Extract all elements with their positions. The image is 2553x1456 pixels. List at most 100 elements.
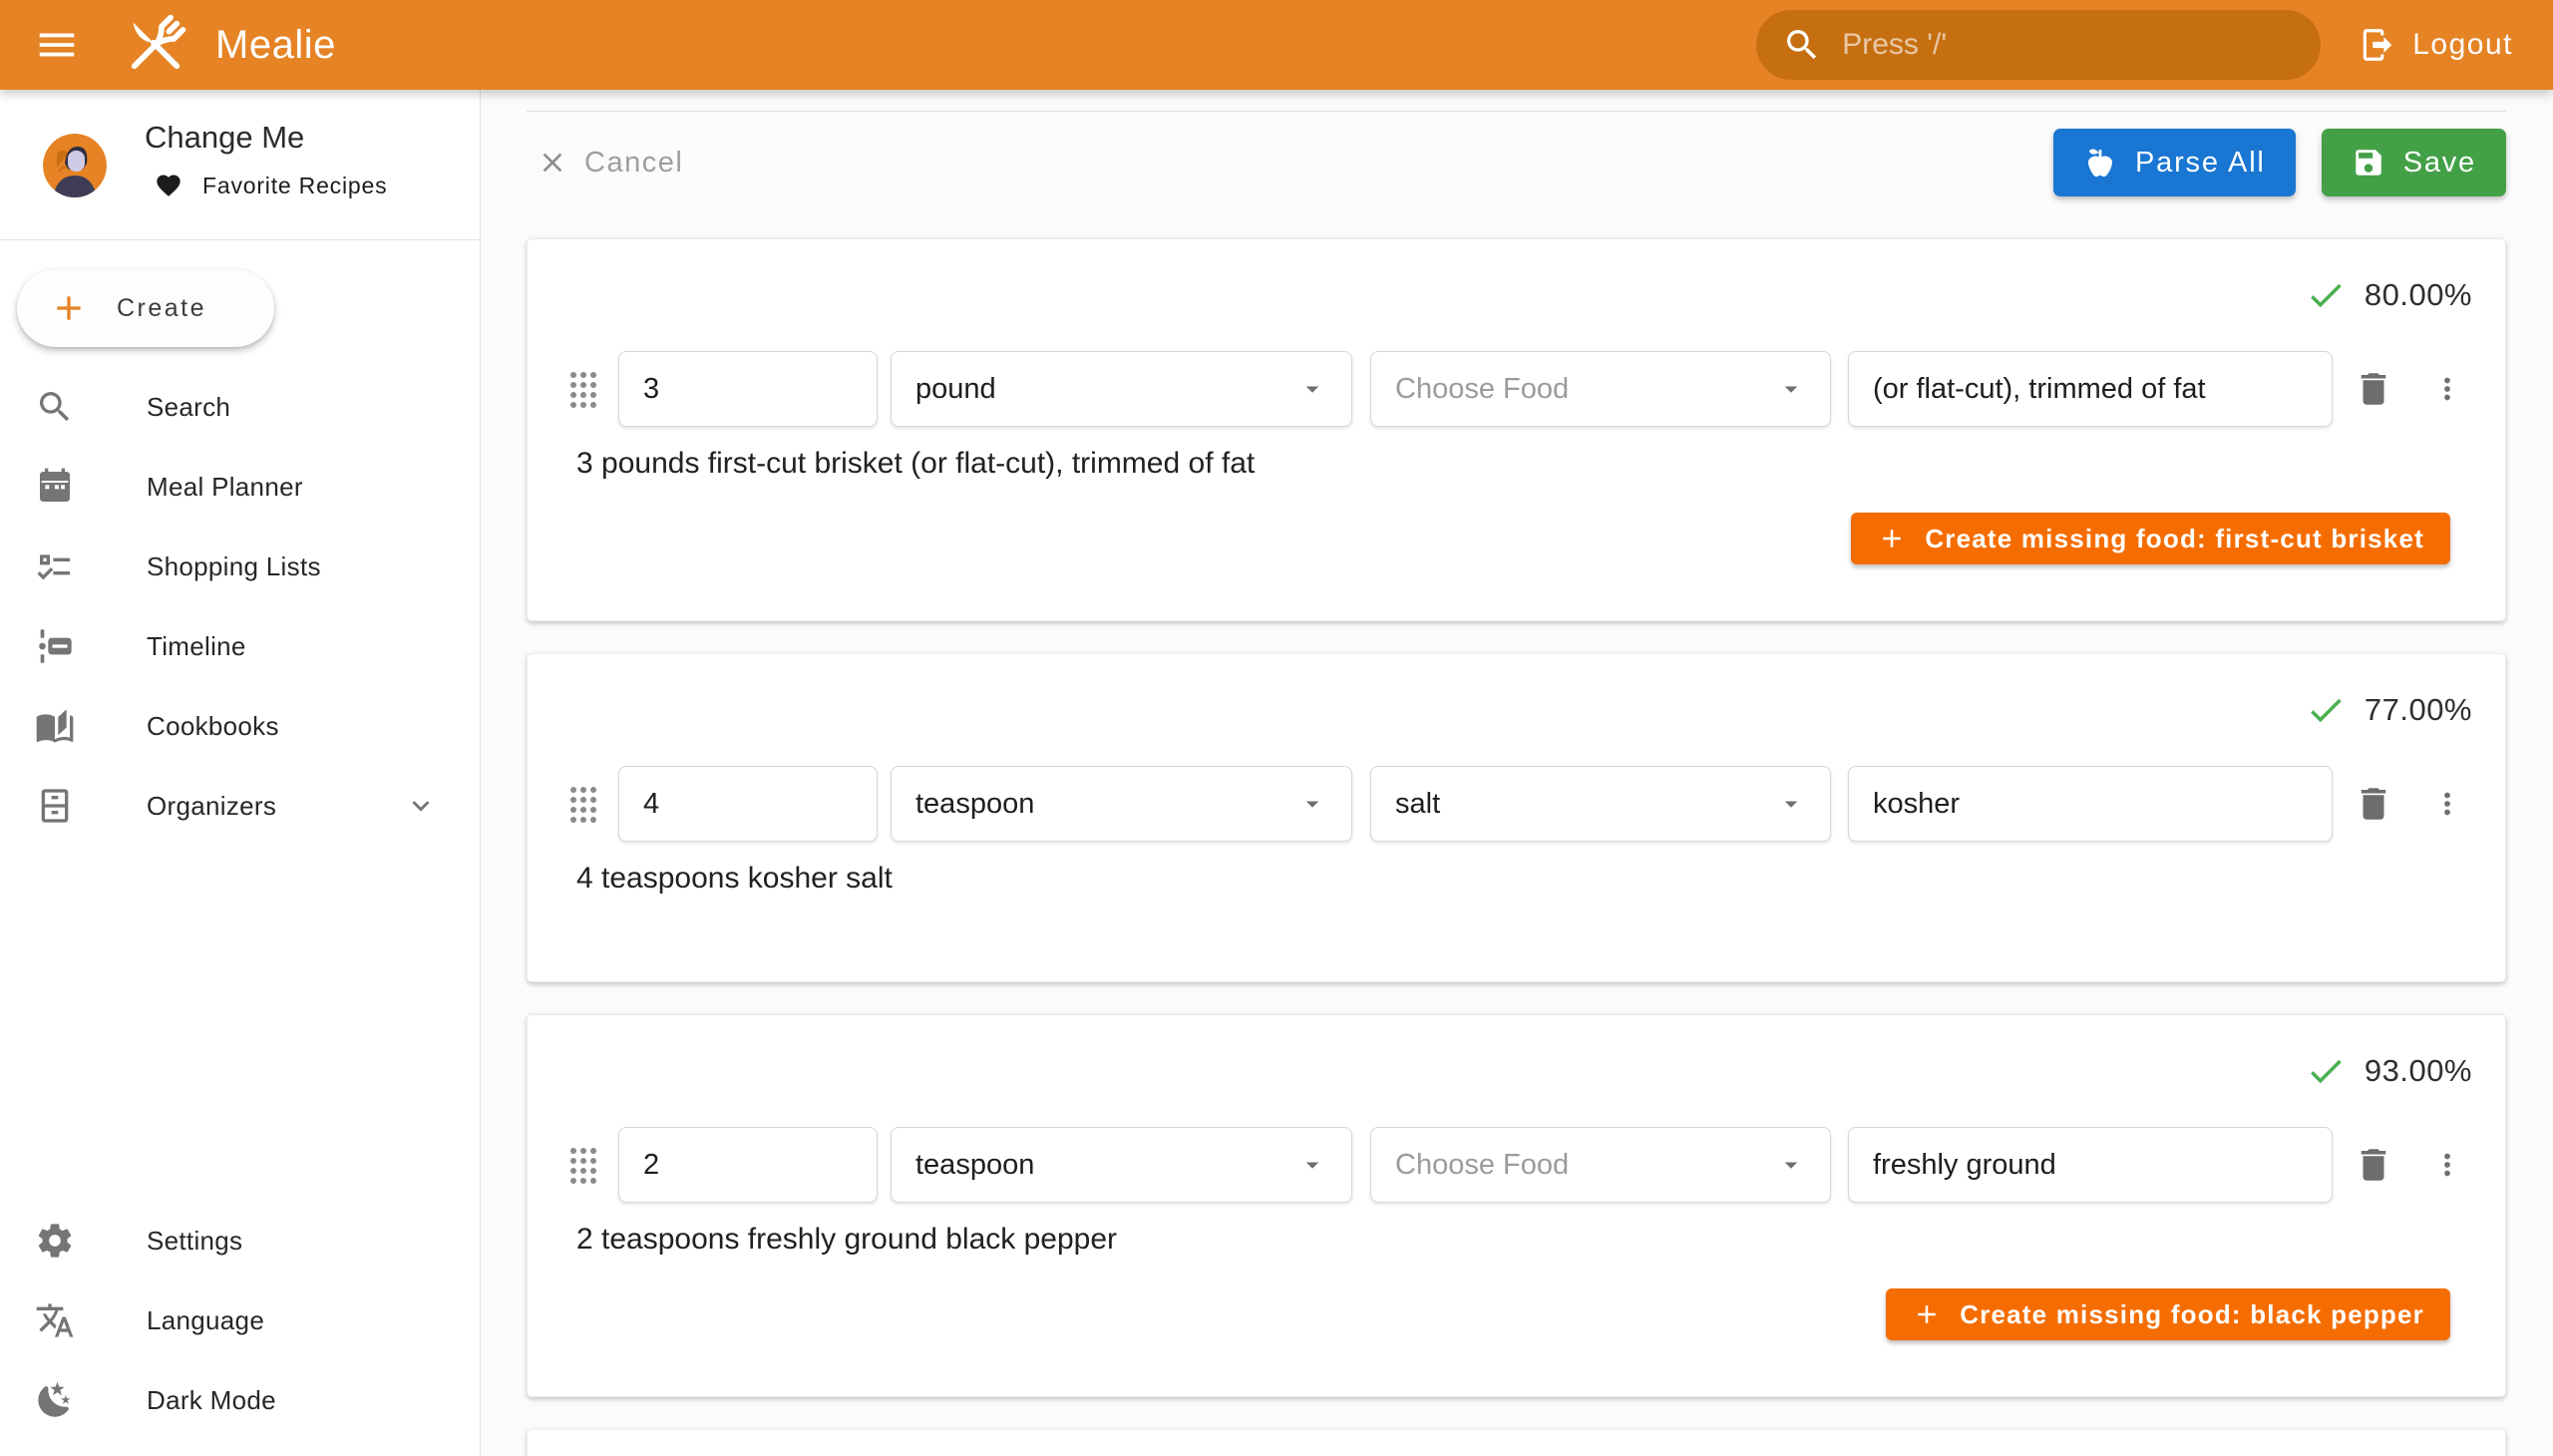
top-divider [527, 111, 2506, 112]
create-missing-food-label: Create missing food: first-cut brisket [1925, 524, 2424, 554]
sidebar-nav: Search Meal Planner Shopping Lists Timel… [0, 367, 480, 846]
close-icon [537, 147, 568, 179]
create-button[interactable]: Create [17, 269, 274, 347]
food-placeholder: Choose Food [1395, 1149, 1776, 1182]
note-input[interactable] [1873, 788, 2308, 821]
unit-select[interactable]: teaspoon [891, 1127, 1352, 1203]
favorite-recipes-link[interactable]: Favorite Recipes [155, 172, 387, 199]
parser-toolbar: Cancel Parse All Save [527, 129, 2506, 196]
delete-icon[interactable] [2353, 783, 2394, 825]
ingredient-input-row: teaspoon Choose Food [528, 1127, 2505, 1203]
quantity-input[interactable] [643, 373, 853, 406]
translate-icon [35, 1300, 75, 1340]
note-field [1848, 1127, 2333, 1203]
gear-icon [35, 1221, 75, 1261]
note-input[interactable] [1873, 1149, 2308, 1182]
calendar-icon [35, 467, 75, 507]
dropdown-arrow-icon [1776, 789, 1806, 819]
note-input[interactable] [1873, 373, 2308, 406]
kebab-menu-icon[interactable] [2430, 1144, 2464, 1186]
cancel-label: Cancel [584, 147, 683, 180]
apple-icon [2083, 146, 2117, 180]
cancel-button[interactable]: Cancel [527, 139, 693, 187]
unit-value: teaspoon [915, 788, 1297, 821]
save-button[interactable]: Save [2322, 129, 2506, 196]
sidebar-footer: Settings Language Dark Mode [0, 1201, 480, 1440]
plus-icon [1912, 1299, 1942, 1329]
dropdown-arrow-icon [1297, 374, 1327, 404]
unit-select[interactable]: teaspoon [891, 766, 1352, 842]
logout-button[interactable]: Logout [2359, 26, 2513, 64]
confidence-indicator: 93.00% [528, 1015, 2505, 1097]
search-icon [1782, 25, 1822, 65]
confidence-value: 93.00% [2365, 1053, 2472, 1089]
unit-select[interactable]: pound [891, 351, 1352, 427]
plus-icon [49, 288, 89, 328]
confidence-indicator: 80.00% [528, 239, 2505, 321]
food-select[interactable]: salt [1370, 766, 1831, 842]
check-icon [2305, 689, 2347, 731]
drag-handle-icon[interactable] [567, 367, 599, 411]
book-open-icon [35, 706, 75, 746]
quantity-input[interactable] [643, 788, 853, 821]
sidebar-item-language[interactable]: Language [0, 1280, 480, 1360]
app-title: Mealie [215, 23, 336, 68]
food-select[interactable]: Choose Food [1370, 1127, 1831, 1203]
food-placeholder: Choose Food [1395, 373, 1776, 406]
food-select[interactable]: Choose Food [1370, 351, 1831, 427]
dropdown-arrow-icon [1776, 1150, 1806, 1180]
dropdown-arrow-icon [1297, 1150, 1327, 1180]
search-icon [35, 387, 75, 427]
ingredient-card: 80.00% pound Choose Food [527, 238, 2506, 621]
create-missing-food-button[interactable]: Create missing food: black pepper [1886, 1288, 2450, 1340]
sidebar-item-timeline[interactable]: Timeline [0, 606, 480, 686]
quantity-input[interactable] [643, 1149, 853, 1182]
sidebar-item-search[interactable]: Search [0, 367, 480, 447]
drag-handle-icon[interactable] [567, 782, 599, 826]
moon-icon [35, 1380, 75, 1420]
kebab-menu-icon[interactable] [2430, 783, 2464, 825]
timeline-icon [35, 626, 75, 666]
check-icon [2305, 274, 2347, 316]
dropdown-arrow-icon [1776, 374, 1806, 404]
drag-handle-icon[interactable] [567, 1143, 599, 1187]
avatar[interactable] [43, 134, 107, 197]
ingredient-card-partial [527, 1429, 2506, 1456]
sidebar-item-organizers[interactable]: Organizers [0, 766, 480, 846]
delete-icon[interactable] [2353, 368, 2394, 410]
create-missing-food-label: Create missing food: black pepper [1960, 1299, 2424, 1330]
plus-icon [1877, 524, 1907, 553]
sidebar-item-cookbooks[interactable]: Cookbooks [0, 686, 480, 766]
sidebar-item-dark-mode[interactable]: Dark Mode [0, 1360, 480, 1440]
confidence-value: 80.00% [2365, 277, 2472, 313]
chevron-down-icon [404, 789, 438, 823]
food-value: salt [1395, 788, 1776, 821]
kebab-menu-icon[interactable] [2430, 368, 2464, 410]
sidebar-item-shopping-lists[interactable]: Shopping Lists [0, 527, 480, 606]
heart-icon [155, 172, 182, 199]
quantity-field [618, 351, 878, 427]
sidebar-item-meal-planner[interactable]: Meal Planner [0, 447, 480, 527]
note-field [1848, 766, 2333, 842]
main-content: Cancel Parse All Save 80.00% [481, 90, 2553, 1456]
ingredient-input-row: pound Choose Food [528, 351, 2505, 427]
create-missing-food-button[interactable]: Create missing food: first-cut brisket [1851, 513, 2450, 564]
logout-icon [2359, 26, 2396, 64]
original-ingredient-text: 2 teaspoons freshly ground black pepper [576, 1223, 2505, 1259]
save-icon [2352, 146, 2385, 180]
menu-icon[interactable] [34, 22, 80, 68]
user-name: Change Me [145, 120, 304, 156]
parse-all-button[interactable]: Parse All [2053, 129, 2296, 196]
sidebar: Change Me Favorite Recipes Create Search… [0, 90, 481, 1456]
original-ingredient-text: 3 pounds first-cut brisket (or flat-cut)… [576, 447, 2505, 483]
unit-value: teaspoon [915, 1149, 1297, 1182]
delete-icon[interactable] [2353, 1144, 2394, 1186]
unit-value: pound [915, 373, 1297, 406]
cabinet-icon [35, 786, 75, 826]
checklist-icon [35, 546, 75, 586]
mealie-logo-icon [118, 7, 193, 83]
sidebar-item-settings[interactable]: Settings [0, 1201, 480, 1280]
ingredient-card: 77.00% teaspoon salt [527, 653, 2506, 982]
search-input[interactable] [1842, 28, 2295, 62]
search-bar[interactable] [1756, 10, 2321, 80]
